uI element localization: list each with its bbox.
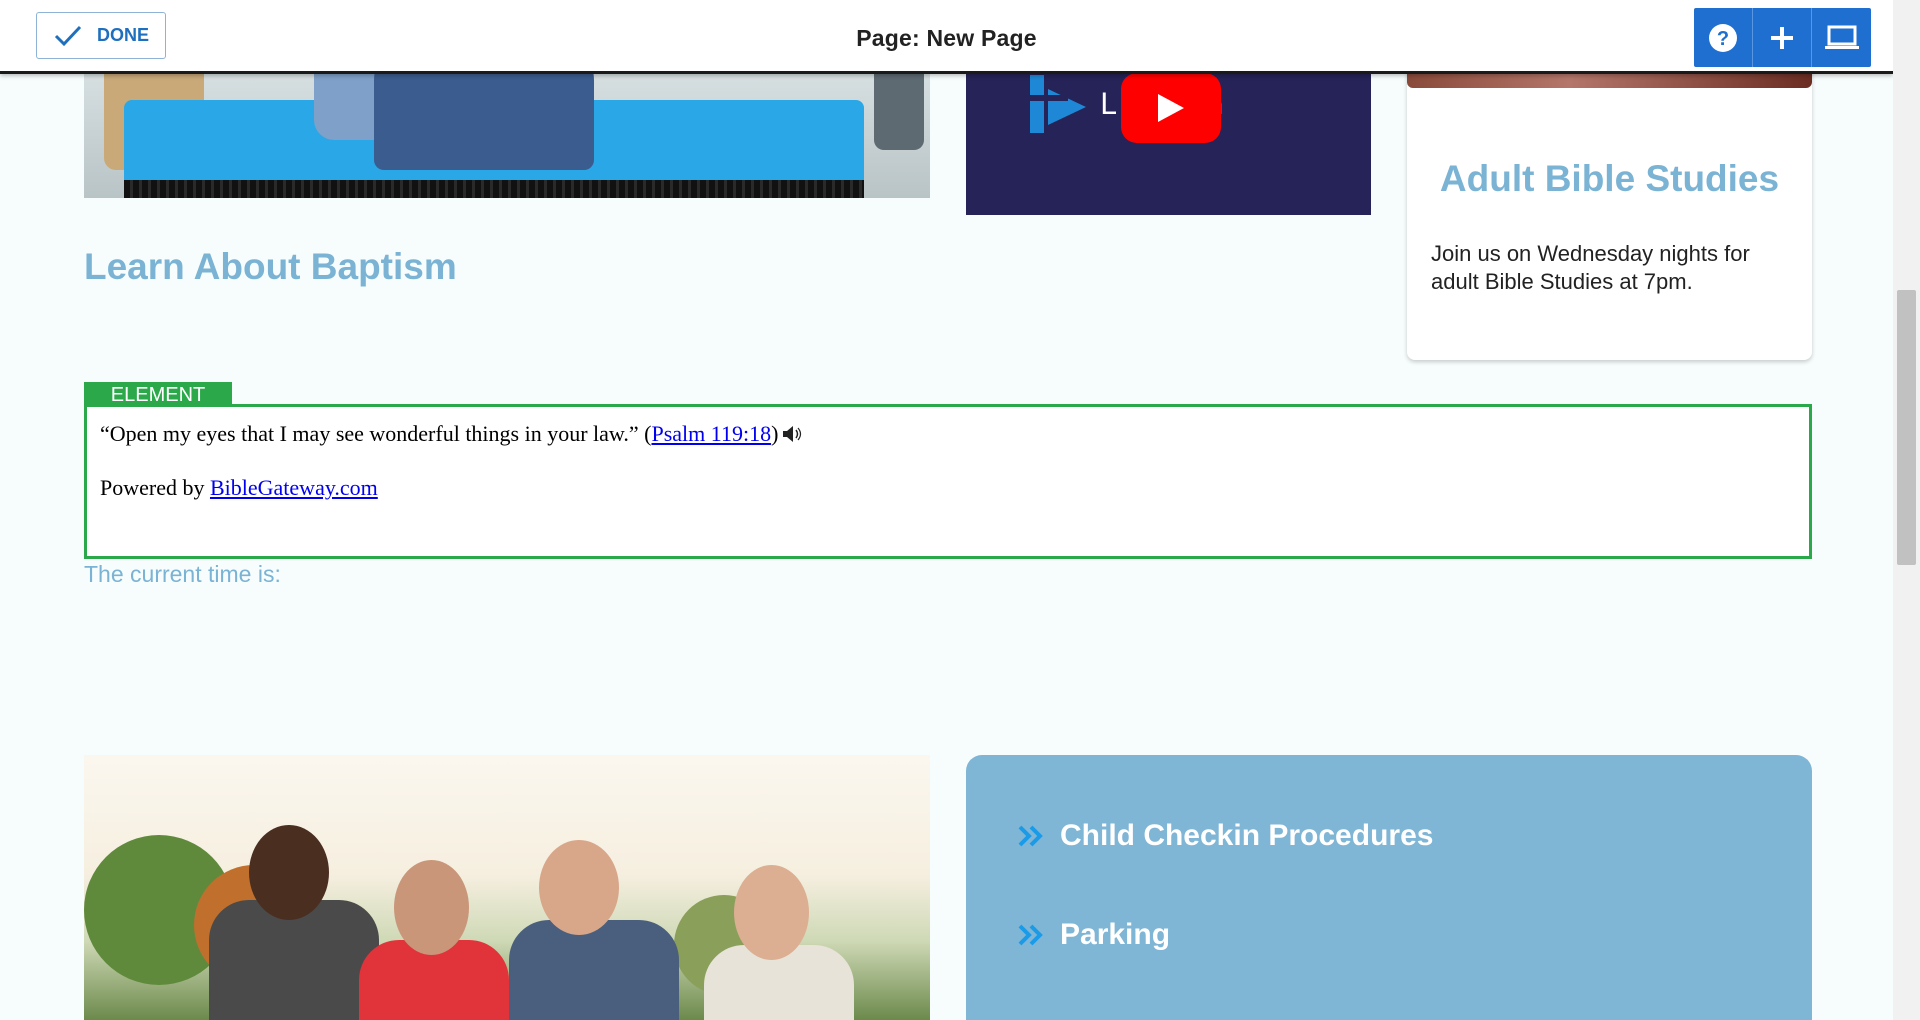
editor-tool-group: ? [1694,8,1871,67]
editor-toolbar: DONE Page: New Page ? [0,0,1893,74]
preview-button[interactable] [1812,8,1871,67]
biblegateway-link[interactable]: BibleGateway.com [210,475,378,500]
link-child-checkin[interactable]: Child Checkin Procedures [1018,819,1433,853]
scrollbar-thumb[interactable] [1897,290,1916,565]
link-label: Child Checkin Procedures [1060,819,1434,852]
svg-text:?: ? [1717,28,1729,50]
link-parking[interactable]: Parking [1018,918,1170,952]
link-label: Parking [1060,918,1171,951]
powered-by-line: Powered by BibleGateway.com [100,475,1796,501]
baptism-heading[interactable]: Learn About Baptism [84,246,457,288]
double-chevron-right-icon [1018,924,1043,946]
page-scrollbar[interactable] [1893,0,1920,1020]
bible-card-title: Adult Bible Studies [1439,158,1780,199]
add-button[interactable] [1753,8,1812,67]
group-photo [84,755,930,1020]
plus-icon [1771,26,1793,49]
laptop-icon [1824,25,1859,49]
youtube-play-button[interactable] [1121,73,1221,143]
church-logo-icon [1028,75,1086,133]
verse-text: “Open my eyes that I may see wonderful t… [100,421,652,446]
verse-reference-link[interactable]: Psalm 119:18 [651,421,771,446]
help-button[interactable]: ? [1694,8,1753,67]
page-content: L church Adult Bible Studies Join us on … [0,0,1893,1020]
double-chevron-right-icon [1018,825,1043,847]
current-time-label: The current time is: [84,561,281,587]
play-icon [1158,94,1184,122]
adult-bible-studies-card: Adult Bible Studies Join us on Wednesday… [1407,40,1812,360]
quick-links-panel: Child Checkin Procedures Parking [966,755,1812,1020]
powered-by-text: Powered by [100,474,210,500]
verse-of-day-element[interactable]: “Open my eyes that I may see wonderful t… [84,404,1812,559]
speaker-icon[interactable] [782,421,804,451]
verse-close: ) [771,421,779,446]
verse-line: “Open my eyes that I may see wonderful t… [100,419,1796,451]
bible-card-text: Join us on Wednesday nights for adult Bi… [1431,241,1750,294]
page-title: Page: New Page [856,25,1037,51]
help-icon: ? [1709,23,1737,52]
